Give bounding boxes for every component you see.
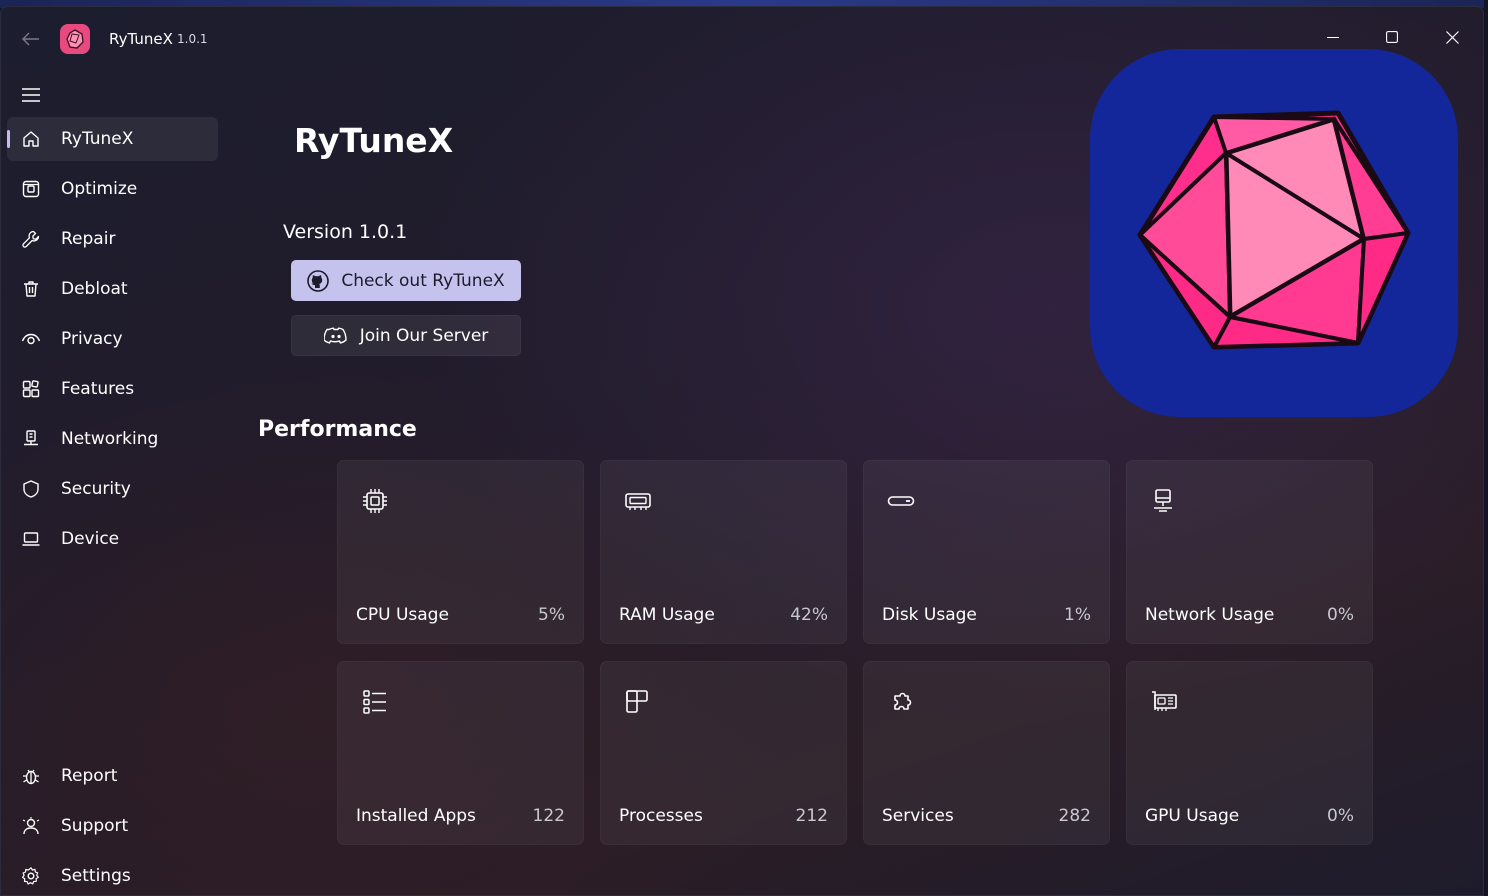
gpu-icon (1152, 691, 1177, 711)
shield-icon (23, 480, 39, 498)
card-label: Services (882, 806, 954, 826)
gear-icon (21, 867, 39, 885)
disk-usage-card[interactable]: Disk Usage 1% (863, 460, 1110, 644)
arrow-left-icon (22, 32, 39, 46)
check-out-github-button[interactable]: Check out RyTuneX (291, 260, 521, 301)
wrench-icon (22, 230, 40, 248)
close-button[interactable] (1429, 21, 1475, 53)
card-value: 5% (538, 605, 565, 625)
services-card[interactable]: Services 282 (863, 661, 1110, 845)
card-value: 1% (1064, 605, 1091, 625)
processes-card[interactable]: Processes 212 (600, 661, 847, 845)
performance-section-title: Performance (258, 417, 417, 442)
sidebar-item-privacy[interactable]: Privacy (7, 317, 218, 361)
gpu-usage-card[interactable]: GPU Usage 0% (1126, 661, 1373, 845)
hamburger-icon (22, 88, 40, 102)
card-label: Network Usage (1145, 605, 1275, 625)
sidebar-item-label: Security (61, 479, 131, 499)
installed-apps-card[interactable]: Installed Apps 122 (337, 661, 584, 845)
home-icon (23, 131, 39, 147)
ram-usage-card[interactable]: RAM Usage 42% (600, 460, 847, 644)
ram-icon (625, 493, 651, 510)
sidebar-item-support[interactable]: Support (7, 804, 218, 848)
sidebar-item-settings[interactable]: Settings (7, 854, 218, 895)
card-label: CPU Usage (356, 605, 449, 625)
laptop-icon (22, 532, 40, 546)
close-icon (1445, 30, 1459, 44)
sidebar-item-label: Device (61, 529, 120, 549)
check-out-github-label: Check out RyTuneX (341, 270, 505, 291)
sidebar-item-label: Debloat (61, 279, 128, 299)
sidebar-item-device[interactable]: Device (7, 517, 218, 561)
sidebar-item-label: Networking (61, 429, 159, 449)
maximize-button[interactable] (1369, 21, 1415, 53)
card-value: 0% (1327, 806, 1354, 826)
support-icon (22, 817, 40, 835)
list-icon (363, 690, 386, 714)
sidebar-item-debloat[interactable]: Debloat (7, 267, 218, 311)
join-server-label: Join Our Server (359, 325, 489, 346)
version-text: Version 1.0.1 (283, 221, 408, 243)
sidebar-item-label: Optimize (61, 179, 138, 199)
features-icon (22, 380, 40, 398)
discord-icon (323, 327, 347, 344)
card-value: 0% (1327, 605, 1354, 625)
sidebar-item-networking[interactable]: Networking (7, 417, 218, 461)
sidebar-item-label: Support (61, 816, 129, 836)
page-title: RyTuneX (294, 121, 454, 160)
card-value: 42% (790, 605, 828, 625)
cpu-icon (363, 489, 387, 513)
sidebar-item-report[interactable]: Report (7, 754, 218, 798)
trash-icon (24, 281, 38, 297)
card-value: 122 (532, 806, 565, 826)
app-title: RyTuneX (109, 30, 173, 48)
sidebar-item-label: Report (61, 766, 118, 786)
network-usage-card[interactable]: Network Usage 0% (1126, 460, 1373, 644)
card-label: RAM Usage (619, 605, 715, 625)
github-icon (307, 269, 330, 292)
card-label: Disk Usage (882, 605, 977, 625)
sidebar-item-label: Repair (61, 229, 116, 249)
sidebar-item-security[interactable]: Security (7, 467, 218, 511)
menu-toggle-button[interactable] (15, 79, 47, 111)
sidebar-item-label: Features (61, 379, 135, 399)
hero-logo-image (1090, 49, 1458, 417)
card-value: 282 (1058, 806, 1091, 826)
bug-icon (23, 769, 39, 785)
app-logo-icon (60, 24, 90, 54)
network-icon (24, 430, 38, 446)
card-label: Processes (619, 806, 703, 826)
optimize-icon (22, 180, 40, 198)
back-button[interactable] (15, 25, 47, 53)
minimize-icon (1327, 36, 1339, 39)
eye-icon (21, 333, 41, 345)
sidebar-item-label: Settings (61, 866, 131, 886)
network-usage-icon (1154, 489, 1172, 512)
card-value: 212 (795, 806, 828, 826)
app-window: RyTuneX 1.0.1 RyTuneX Optimize Repair De… (0, 6, 1484, 896)
maximize-icon (1386, 31, 1398, 43)
app-version: 1.0.1 (177, 32, 208, 46)
sidebar-item-repair[interactable]: Repair (7, 217, 218, 261)
sidebar-item-rytunex[interactable]: RyTuneX (7, 117, 218, 161)
sidebar-item-optimize[interactable]: Optimize (7, 167, 218, 211)
disk-icon (887, 496, 915, 506)
icosahedron-logo-icon (1137, 110, 1411, 350)
card-label: GPU Usage (1145, 806, 1240, 826)
processes-icon (626, 690, 648, 713)
card-label: Installed Apps (356, 806, 476, 826)
cpu-usage-card[interactable]: CPU Usage 5% (337, 460, 584, 644)
sidebar-item-label: RyTuneX (61, 129, 134, 149)
sidebar-item-features[interactable]: Features (7, 367, 218, 411)
desktop-edge (1484, 0, 1488, 896)
sidebar-item-label: Privacy (61, 329, 123, 349)
puzzle-icon (894, 692, 912, 710)
join-server-button[interactable]: Join Our Server (291, 315, 521, 356)
